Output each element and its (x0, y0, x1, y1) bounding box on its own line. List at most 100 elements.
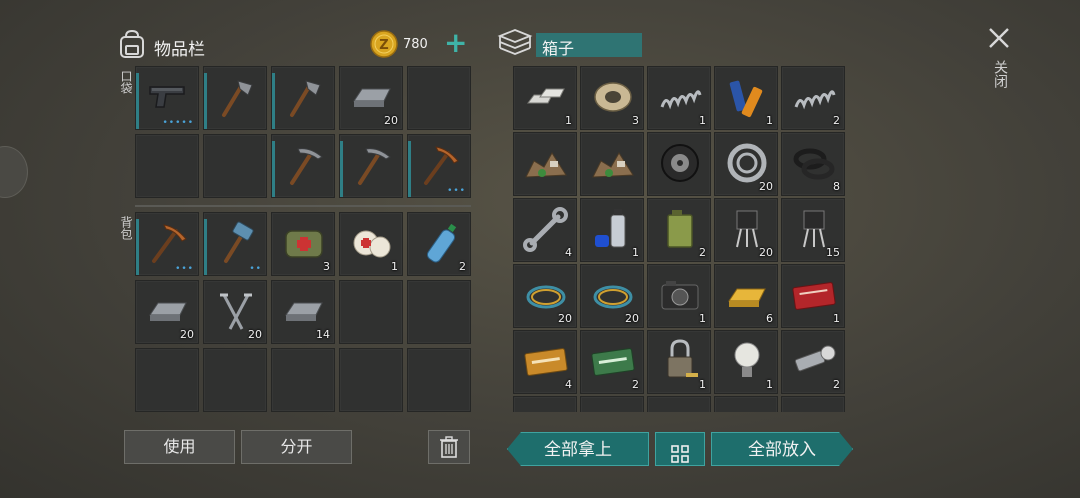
box-slot[interactable] (781, 396, 845, 412)
section-divider (135, 205, 471, 207)
box-stack-icon (497, 27, 533, 59)
box-slot[interactable]: 3 (580, 66, 644, 130)
box-slot[interactable] (580, 132, 644, 196)
pocket-slot[interactable]: 20 (339, 66, 403, 130)
item-count: 1 (766, 114, 773, 127)
hammer-icon (212, 219, 260, 267)
box-slot[interactable]: 2 (781, 66, 845, 130)
box-slot[interactable]: 15 (781, 198, 845, 262)
backpack-slot[interactable]: 20 (203, 280, 267, 344)
box-slot[interactable]: 6 (714, 264, 778, 328)
item-count: 20 (625, 312, 639, 325)
box-slot[interactable]: 1 (714, 66, 778, 130)
box-slot[interactable]: 1 (781, 264, 845, 328)
pocket-slot[interactable]: ••••• (135, 66, 199, 130)
backpack-slot[interactable] (135, 348, 199, 412)
use-button[interactable]: 使用 (124, 430, 235, 464)
currency-amount: 780 (403, 37, 428, 52)
item-count: 1 (391, 260, 398, 273)
pocket-slot[interactable] (271, 134, 335, 198)
item-count: 1 (632, 246, 639, 259)
pocket-slot[interactable] (203, 134, 267, 198)
box-slot[interactable] (513, 132, 577, 196)
backpack-slot[interactable]: •• (203, 212, 267, 276)
box-slot[interactable]: 2 (580, 330, 644, 394)
box-slot[interactable]: 4 (513, 330, 577, 394)
box-slot[interactable]: 20 (714, 198, 778, 262)
pocket-slot[interactable] (271, 66, 335, 130)
close-button[interactable]: 关闭 (982, 22, 1016, 102)
padlock-icon (656, 337, 704, 385)
box-slot[interactable] (580, 396, 644, 412)
add-currency-button[interactable]: + (444, 29, 467, 57)
box-slot[interactable]: 2 (647, 198, 711, 262)
backpack-slot[interactable] (203, 348, 267, 412)
item-count: 1 (699, 114, 706, 127)
backpack-slot[interactable]: 3 (271, 212, 335, 276)
pocket-slot[interactable] (407, 66, 471, 130)
take-all-button[interactable]: 全部拿上 (507, 432, 649, 466)
pocket-slot[interactable] (135, 134, 199, 198)
box-slot[interactable] (714, 396, 778, 412)
side-tab-button[interactable] (0, 146, 28, 198)
item-count: 14 (316, 328, 330, 341)
pocket-slot[interactable] (203, 66, 267, 130)
box-slot[interactable]: 4 (513, 198, 577, 262)
durability-bar (136, 73, 139, 129)
upgrade-dots: ••• (175, 264, 194, 274)
backpack-slot[interactable] (339, 348, 403, 412)
box-slot[interactable] (647, 132, 711, 196)
toggle-view-button[interactable] (655, 432, 705, 466)
box-slot[interactable]: 20 (714, 132, 778, 196)
box-slot[interactable]: 1 (647, 66, 711, 130)
tire-icon (656, 139, 704, 187)
item-count: 1 (766, 378, 773, 391)
rubble-pile-icon (589, 139, 637, 187)
durability-bar (272, 73, 275, 129)
box-slot[interactable]: 1 (513, 66, 577, 130)
item-count: 4 (565, 378, 572, 391)
backpack-slot[interactable] (271, 348, 335, 412)
item-count: 1 (699, 312, 706, 325)
upgrade-dots: ••••• (162, 118, 194, 128)
backpack-slot[interactable] (407, 348, 471, 412)
pocket-slot[interactable] (339, 134, 403, 198)
item-count: 20 (759, 246, 773, 259)
box-slot[interactable]: 20 (580, 264, 644, 328)
backpack-slot[interactable]: ••• (135, 212, 199, 276)
box-slot[interactable] (513, 396, 577, 412)
box-slot[interactable]: 1 (580, 198, 644, 262)
box-slot[interactable]: 1 (714, 330, 778, 394)
backpack-slot[interactable]: 1 (339, 212, 403, 276)
box-slot[interactable]: 20 (513, 264, 577, 328)
box-slot[interactable]: 1 (647, 330, 711, 394)
item-count: 1 (699, 378, 706, 391)
put-all-button[interactable]: 全部放入 (711, 432, 853, 466)
backpack-slot[interactable] (407, 280, 471, 344)
item-count: 2 (699, 246, 706, 259)
close-icon (987, 26, 1011, 54)
split-button[interactable]: 分开 (241, 430, 352, 464)
pocket-slot[interactable]: ••• (407, 134, 471, 198)
backpack-slot[interactable]: 2 (407, 212, 471, 276)
backpack-slot[interactable]: 20 (135, 280, 199, 344)
backpack-icon (116, 28, 148, 60)
box-slot[interactable]: 2 (781, 330, 845, 394)
box-grid-frame: 1 3 1 1 2 20 8 4 1 2 20 15 20 20 1 6 1 4 2 1 1 2 (510, 64, 852, 412)
svg-text:Z: Z (379, 38, 388, 53)
durability-bar (136, 219, 139, 275)
gaskets-icon (790, 139, 838, 187)
box-slot[interactable] (647, 396, 711, 412)
box-slot[interactable]: 1 (647, 264, 711, 328)
backpack-slot[interactable]: 14 (271, 280, 335, 344)
jerrycan-icon (656, 205, 704, 253)
item-count: 4 (565, 246, 572, 259)
spray-can-icon (589, 205, 637, 253)
trash-button[interactable] (428, 430, 470, 464)
flashlight-icon (790, 337, 838, 385)
backpack-slot[interactable] (339, 280, 403, 344)
item-count: 20 (180, 328, 194, 341)
item-count: 1 (565, 114, 572, 127)
box-slot[interactable]: 8 (781, 132, 845, 196)
gold-bar-icon (723, 271, 771, 319)
